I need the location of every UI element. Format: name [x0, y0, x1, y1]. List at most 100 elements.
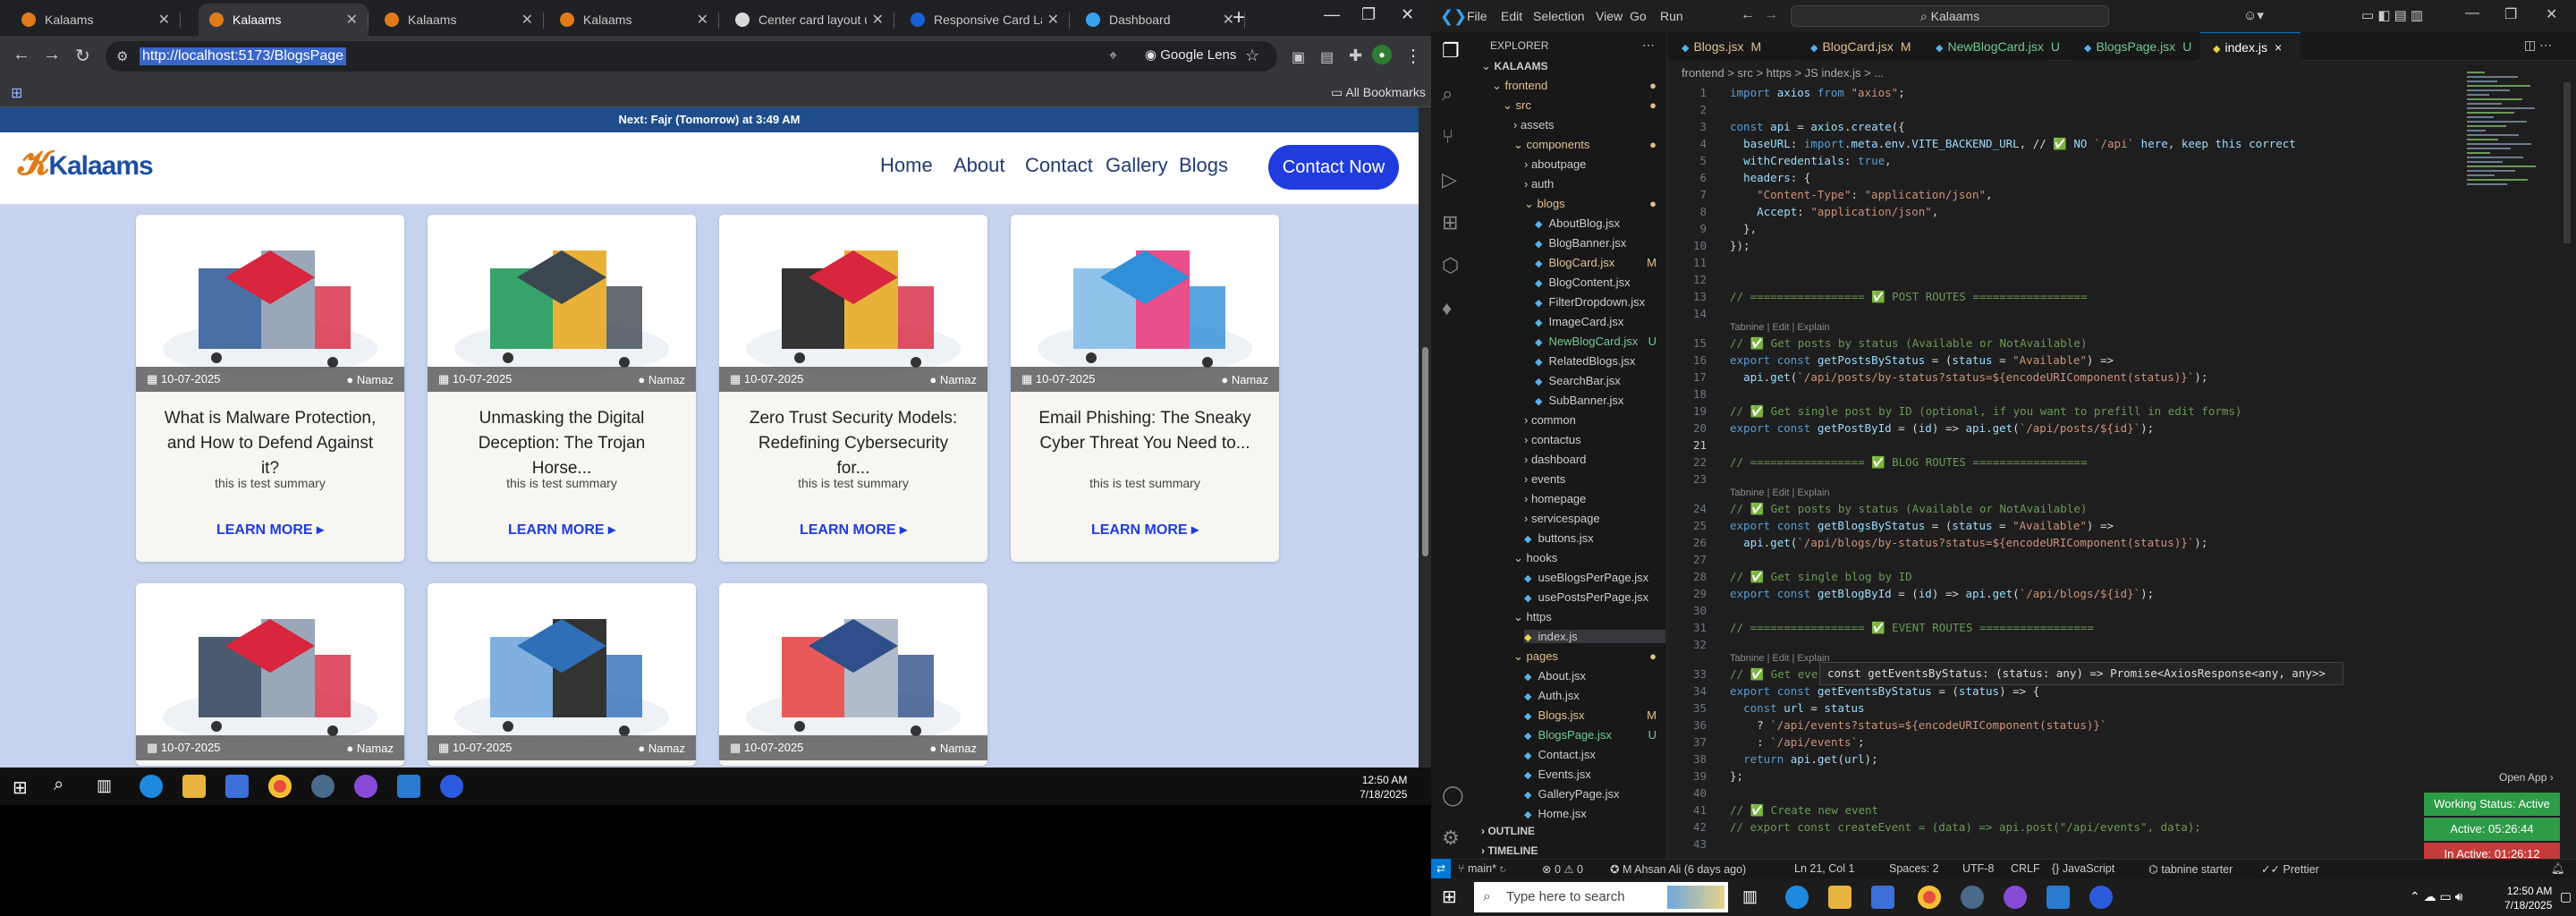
explorer-item[interactable]: › contactus [1524, 433, 1665, 446]
explorer-item[interactable]: › auth [1524, 177, 1665, 191]
card-title[interactable]: Zero Trust Security Models: Redefining C… [719, 392, 987, 478]
nav-link-home[interactable]: Home [880, 154, 933, 177]
explorer-item[interactable]: ⌄ frontend ● [1492, 79, 1665, 93]
extensions-icon[interactable]: ⊞ [1442, 211, 1458, 234]
explorer-item[interactable]: ⌄ KALAAMS [1481, 59, 1665, 73]
explorer-item[interactable]: ⌄ https [1513, 610, 1665, 624]
explorer-item[interactable]: ◆ BlogContent.jsx [1535, 276, 1665, 289]
site-logo[interactable]: 𝓚Kalaams [18, 145, 154, 183]
github-desktop-icon[interactable] [354, 775, 377, 798]
problems-indicator[interactable]: ⊗ 0 ⚠ 0 [1542, 862, 1583, 876]
codelens-hint[interactable]: Tabnine | Edit | Explain [1730, 653, 1830, 664]
code-line[interactable]: // ✅ Get eve [1730, 667, 1818, 682]
url-text[interactable]: http://localhost:5173/BlogsPage [140, 47, 347, 65]
explorer-item[interactable]: ◆ RelatedBlogs.jsx [1535, 354, 1665, 368]
code-line[interactable]: "Content-Type": "application/json", [1730, 188, 1992, 201]
chrome-icon-2[interactable] [1918, 886, 1941, 909]
explorer-item[interactable]: ◆ Blogs.jsx M [1524, 708, 1665, 722]
nav-link-blogs[interactable]: Blogs [1179, 154, 1228, 177]
maximize-icon[interactable]: ❐ [1361, 5, 1376, 24]
explorer-item[interactable]: › events [1524, 472, 1665, 486]
line-endings[interactable]: CRLF [2011, 862, 2040, 875]
explorer-item[interactable]: ◆ ImageCard.jsx [1535, 315, 1665, 328]
learn-more-link[interactable]: LEARN MORE ▸ [136, 521, 404, 539]
blog-card-image[interactable]: ▦ 10-07-2025 ● Namaz [136, 583, 404, 760]
explorer-item[interactable]: ⌄ components ● [1513, 138, 1665, 152]
timeline-section[interactable]: › TIMELINE [1481, 844, 1538, 857]
explorer-item[interactable]: › aboutpage [1524, 157, 1665, 171]
codelens-hint[interactable]: Tabnine | Edit | Explain [1730, 322, 1830, 333]
blog-card[interactable]: ▦ 10-07-2025 ● Namaz [719, 583, 987, 766]
blog-card[interactable]: ▦ 10-07-2025 ● Namaz Email Phishing: The S… [1011, 215, 1279, 562]
nav-forward-icon[interactable]: → [1764, 7, 1778, 23]
extensions-puzzle-icon[interactable]: ✚ [1349, 47, 1362, 65]
code-line[interactable]: // ✅ Get posts by status (Available or N… [1730, 336, 2087, 351]
explorer-item[interactable]: ⌄ blogs ● [1524, 197, 1665, 211]
code-line[interactable]: withCredentials: true, [1730, 154, 1892, 167]
git-branch[interactable]: ⑂ main* ↻ [1458, 862, 1506, 875]
source-control-icon[interactable]: ⑂ [1442, 125, 1453, 148]
search-icon[interactable]: ⌕ [1442, 82, 1453, 106]
vs-minimize-icon[interactable]: — [2465, 5, 2479, 21]
cursor-position[interactable]: Ln 21, Col 1 [1794, 862, 1854, 875]
explorer-item[interactable]: ◆ SubBanner.jsx [1535, 394, 1665, 407]
encoding[interactable]: UTF-8 [1962, 862, 1994, 875]
editor-tab[interactable]: ◆ index.js × [2200, 32, 2301, 61]
explorer-item[interactable]: ◆ BlogsPage.jsx U [1524, 728, 1665, 742]
code-line[interactable]: export const getBlogById = (id) => api.g… [1730, 587, 2154, 600]
all-bookmarks-button[interactable]: ▭ All Bookmarks [1331, 85, 1426, 100]
explorer-item[interactable]: ◆ BlogCard.jsx M [1535, 256, 1665, 269]
explorer-item[interactable]: ◆ AboutBlog.jsx [1535, 216, 1665, 230]
editor-tab-marker[interactable]: U [2051, 39, 2060, 54]
explorer-item[interactable]: › assets [1513, 118, 1665, 131]
explorer-icon[interactable]: ❐ [1442, 39, 1460, 63]
editor-tab-marker[interactable]: M [1901, 39, 1911, 54]
explorer-item[interactable]: ◆ About.jsx [1524, 669, 1665, 683]
code-line[interactable]: // ================= ✅ EVENT ROUTES ====… [1730, 621, 2094, 635]
tab-close-icon[interactable]: ✕ [1047, 11, 1059, 29]
code-line[interactable]: }); [1730, 239, 1750, 252]
open-app-button[interactable]: Open App › [2499, 771, 2554, 784]
code-line[interactable]: api.get(`/api/posts/by-status?status=${e… [1730, 370, 2207, 384]
blog-card-image[interactable]: ▦ 10-07-2025 ● Namaz [719, 583, 987, 760]
github-desktop-icon-2[interactable] [2004, 886, 2027, 909]
explorer-item[interactable]: ◆ SearchBar.jsx [1535, 374, 1665, 387]
run-debug-icon[interactable]: ▷ [1442, 168, 1457, 191]
system-tray-icons[interactable]: ⌃ ☁ ▭ 🔊︎ [2410, 889, 2462, 904]
explorer-item[interactable]: ◆ BlogBanner.jsx [1535, 236, 1665, 250]
reload-icon[interactable]: ↻ [75, 45, 90, 67]
split-editor-icon[interactable]: ◫ ⋯ [2524, 38, 2552, 53]
explorer-item[interactable]: ◆ Home.jsx [1524, 807, 1665, 820]
notifications-bell-icon[interactable]: 🔔︎ [2551, 862, 2565, 876]
edge-icon[interactable] [140, 775, 163, 798]
command-center[interactable]: ⌕ Kalaams [1791, 5, 2109, 27]
code-line[interactable]: : `/api/events`; [1730, 735, 1864, 749]
menu-view[interactable]: View [1596, 9, 1623, 23]
zoom-icon[interactable] [440, 775, 463, 798]
nav-back-icon[interactable]: ← [1741, 7, 1755, 23]
code-line[interactable]: export const getBlogsByStatus = (status … [1730, 519, 2114, 532]
forward-icon[interactable]: → [43, 45, 61, 65]
tab-close-icon[interactable]: ✕ [158, 11, 170, 29]
vs-maximize-icon[interactable]: ❐ [2504, 5, 2517, 23]
taskbar-search-icon[interactable]: ⌕ [54, 775, 64, 795]
menu-selection[interactable]: Selection [1533, 9, 1585, 23]
learn-more-link[interactable]: LEARN MORE ▸ [1011, 521, 1279, 539]
browser-tab[interactable]: Kalaams ✕ [374, 4, 544, 36]
remote-indicator-icon[interactable]: ⇄ [1431, 859, 1451, 878]
extension-icon[interactable]: ▣ [1292, 48, 1305, 66]
explorer-item[interactable]: ◆ useBlogsPerPage.jsx [1524, 571, 1665, 584]
close-window-icon[interactable]: ✕ [1401, 5, 1414, 24]
explorer-item[interactable]: › servicespage [1524, 512, 1665, 525]
code-line[interactable]: // ✅ Get single blog by ID [1730, 570, 1912, 584]
mongodb-icon[interactable]: ♦ [1442, 297, 1452, 320]
blog-card[interactable]: ▦ 10-07-2025 ● Namaz What is Malware Prote… [136, 215, 404, 562]
blog-card[interactable]: ▦ 10-07-2025 ● Namaz [136, 583, 404, 766]
remote-icon[interactable]: ⬡ [1442, 254, 1459, 277]
card-title[interactable]: What is Malware Protection, and How to D… [136, 392, 404, 478]
notification-center-icon[interactable]: ▢ [2560, 889, 2572, 904]
explorer-item[interactable]: ◆ FilterDropdown.jsx [1535, 295, 1665, 309]
code-line[interactable]: return api.get(url); [1730, 752, 1878, 766]
code-line[interactable]: const api = axios.create({ [1730, 120, 1905, 133]
file-explorer-icon[interactable] [182, 775, 206, 798]
